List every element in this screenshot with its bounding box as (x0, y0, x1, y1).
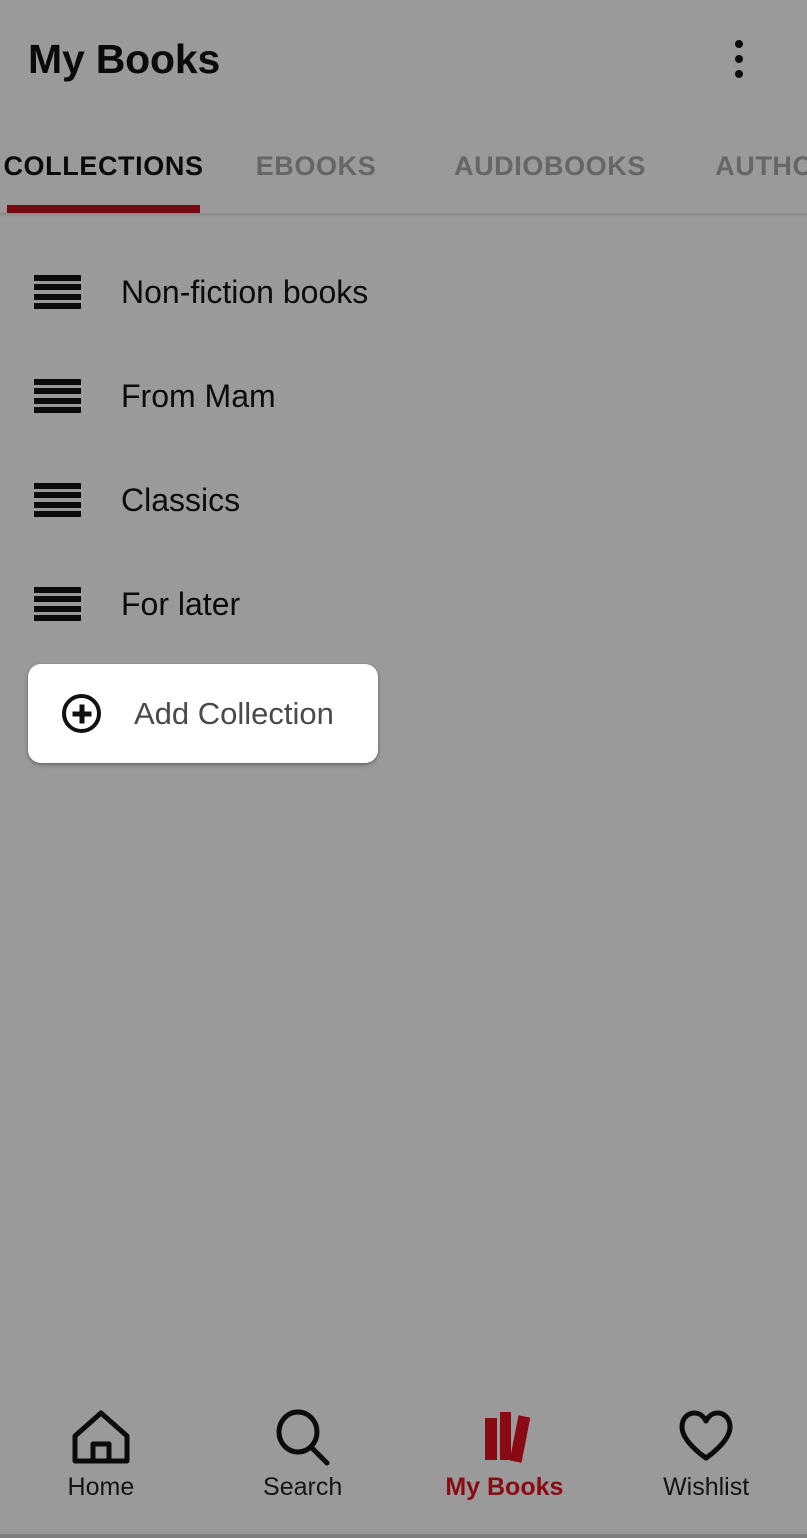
add-collection-button[interactable]: Add Collection (28, 664, 378, 763)
tab-ebooks[interactable]: EBOOKS (207, 118, 425, 214)
nav-label-wishlist: Wishlist (663, 1473, 750, 1501)
search-icon (272, 1408, 334, 1466)
tab-collections[interactable]: COLLECTIONS (0, 118, 207, 214)
collection-name: From Mam (121, 378, 276, 414)
handle-bar (34, 275, 81, 281)
handle-bar (34, 379, 81, 385)
menu-dot (735, 70, 743, 78)
handle-bar (34, 587, 81, 593)
home-icon (70, 1408, 132, 1466)
handle-bar (34, 605, 81, 612)
nav-item-wishlist[interactable]: Wishlist (605, 1408, 807, 1500)
list-item[interactable]: From Mam (0, 344, 807, 448)
list-item[interactable]: Non-fiction books (0, 240, 807, 344)
more-vertical-icon[interactable] (709, 29, 769, 89)
handle-bar (34, 388, 81, 395)
tab-audiobooks[interactable]: AUDIOBOOKS (425, 118, 675, 214)
tab-bar: COLLECTIONS EBOOKS AUDIOBOOKS AUTHORS (0, 118, 807, 214)
handle-bar (34, 483, 81, 489)
tab-list: COLLECTIONS EBOOKS AUDIOBOOKS AUTHORS (0, 118, 807, 214)
collection-list: Non-fiction books From Mam Classics For … (0, 240, 807, 656)
plus-circle-icon (62, 694, 101, 733)
drag-handle-icon[interactable] (34, 275, 81, 309)
collection-name: For later (121, 586, 241, 622)
handle-bar (34, 501, 81, 508)
handle-bar (34, 614, 81, 621)
screen-bottom-edge (0, 1534, 807, 1538)
nav-label-home: Home (67, 1473, 135, 1501)
nav-label-search: Search (263, 1473, 343, 1501)
books-icon (473, 1408, 535, 1466)
nav-item-home[interactable]: Home (0, 1408, 202, 1500)
heart-icon (675, 1408, 737, 1466)
bottom-navigation-bar: Home Search My Books Wishlist (0, 1386, 807, 1534)
handle-bar (34, 284, 81, 291)
drag-handle-icon[interactable] (34, 587, 81, 621)
list-item[interactable]: For later (0, 552, 807, 656)
menu-dot (735, 55, 743, 63)
nav-item-my-books[interactable]: My Books (404, 1408, 606, 1500)
nav-label-my-books: My Books (445, 1473, 564, 1501)
handle-bar (34, 293, 81, 300)
drag-handle-icon[interactable] (34, 483, 81, 517)
handle-bar (34, 492, 81, 499)
handle-bar (34, 406, 81, 413)
handle-bar (34, 596, 81, 603)
list-item[interactable]: Classics (0, 448, 807, 552)
page-title: My Books (28, 35, 221, 82)
active-tab-indicator (7, 205, 200, 213)
handle-bar (34, 302, 81, 309)
collection-name: Classics (121, 482, 241, 518)
add-collection-label: Add Collection (134, 696, 334, 731)
tab-authors[interactable]: AUTHORS (675, 118, 807, 214)
menu-dot (735, 40, 743, 48)
collection-name: Non-fiction books (121, 274, 369, 310)
handle-bar (34, 510, 81, 517)
handle-bar (34, 397, 81, 404)
app-bar: My Books (0, 0, 807, 118)
nav-item-search[interactable]: Search (202, 1408, 404, 1500)
tab-bar-divider (0, 213, 807, 217)
drag-handle-icon[interactable] (34, 379, 81, 413)
